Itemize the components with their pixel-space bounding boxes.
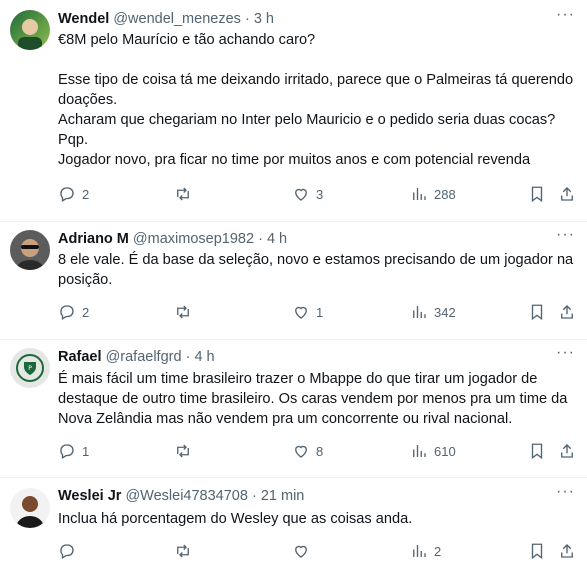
share-button[interactable] bbox=[558, 184, 576, 204]
share-icon bbox=[561, 305, 573, 319]
author-handle[interactable]: @maximosep1982 bbox=[133, 231, 254, 247]
reply-button[interactable] bbox=[58, 541, 82, 561]
tweet[interactable]: Weslei Jr @Weslei47834708 · 21 min ··· I… bbox=[0, 478, 587, 575]
tweet-header: Adriano M @maximosep1982 · 4 h bbox=[58, 230, 287, 248]
bookmark-icon bbox=[531, 304, 543, 321]
like-button[interactable]: 1 bbox=[292, 302, 323, 322]
tweet-header: Weslei Jr @Weslei47834708 · 21 min bbox=[58, 487, 304, 505]
tweet[interactable]: Wendel @wendel_menezes · 3 h ··· €8M pel… bbox=[0, 0, 587, 222]
views-button[interactable]: 2 bbox=[410, 541, 441, 561]
bookmark-icon bbox=[531, 543, 543, 560]
retweet-icon bbox=[177, 305, 189, 319]
author-handle[interactable]: @rafaelfgrd bbox=[106, 349, 182, 365]
author-handle[interactable]: @wendel_menezes bbox=[113, 11, 241, 27]
bookmark-button[interactable] bbox=[528, 302, 546, 322]
views-button[interactable]: 288 bbox=[410, 184, 456, 204]
tweet-header: Wendel @wendel_menezes · 3 h bbox=[58, 10, 274, 28]
share-button[interactable] bbox=[558, 541, 576, 561]
separator-dot: · bbox=[185, 349, 191, 365]
views-button[interactable]: 610 bbox=[410, 441, 456, 461]
like-icon bbox=[295, 545, 307, 558]
bookmark-icon bbox=[531, 186, 543, 203]
views-button[interactable]: 342 bbox=[410, 302, 456, 322]
timestamp[interactable]: 4 h bbox=[267, 231, 287, 247]
reply-icon bbox=[60, 544, 74, 559]
retweet-button[interactable] bbox=[174, 184, 198, 204]
reply-count: 1 bbox=[82, 443, 90, 459]
retweet-button[interactable] bbox=[174, 541, 198, 561]
retweet-button[interactable] bbox=[174, 441, 198, 461]
reply-button[interactable]: 1 bbox=[58, 441, 89, 461]
views-count: 2 bbox=[434, 543, 442, 559]
reply-icon bbox=[60, 444, 74, 459]
like-icon bbox=[295, 445, 307, 458]
like-count: 1 bbox=[316, 304, 324, 320]
like-button[interactable] bbox=[292, 541, 316, 561]
avatar[interactable] bbox=[10, 230, 50, 270]
like-icon bbox=[295, 188, 307, 201]
tweet-text: 8 ele vale. É da base da seleção, novo e… bbox=[58, 252, 574, 288]
like-button[interactable]: 8 bbox=[292, 441, 323, 461]
tweet[interactable]: Adriano M @maximosep1982 · 4 h ··· 8 ele… bbox=[0, 222, 587, 340]
action-bar: 2 1 342 bbox=[58, 302, 578, 322]
bookmark-button[interactable] bbox=[528, 441, 546, 461]
reply-count: 2 bbox=[82, 304, 90, 320]
like-icon bbox=[295, 306, 307, 319]
tweet-text: É mais fácil um time brasileiro trazer o… bbox=[58, 371, 568, 427]
action-bar: 1 8 610 bbox=[58, 441, 578, 461]
separator-dot: · bbox=[244, 11, 250, 27]
avatar[interactable] bbox=[10, 10, 50, 50]
retweet-button[interactable] bbox=[174, 302, 198, 322]
more-icon[interactable]: ··· bbox=[556, 6, 575, 24]
more-icon[interactable]: ··· bbox=[556, 483, 575, 501]
author-handle[interactable]: @Weslei47834708 bbox=[125, 488, 247, 504]
reply-button[interactable]: 2 bbox=[58, 184, 89, 204]
tweet-header: Rafael @rafaelfgrd · 4 h bbox=[58, 348, 215, 366]
views-count: 288 bbox=[434, 186, 456, 202]
bookmark-button[interactable] bbox=[528, 184, 546, 204]
bookmark-button[interactable] bbox=[528, 541, 546, 561]
more-icon[interactable]: ··· bbox=[556, 226, 575, 244]
tweet-text: Inclua há porcentagem do Wesley que as c… bbox=[58, 511, 413, 527]
separator-dot: · bbox=[251, 488, 257, 504]
avatar[interactable]: P bbox=[10, 348, 50, 388]
author-name[interactable]: Wendel bbox=[58, 11, 109, 27]
timestamp[interactable]: 4 h bbox=[194, 349, 214, 365]
retweet-icon bbox=[177, 444, 189, 458]
reply-count: 2 bbox=[82, 186, 90, 202]
tweet[interactable]: P Rafael @rafaelfgrd · 4 h ··· É mais fá… bbox=[0, 340, 587, 478]
views-icon bbox=[413, 188, 426, 200]
separator-dot: · bbox=[258, 231, 263, 247]
reply-icon bbox=[60, 187, 74, 202]
author-name[interactable]: Weslei Jr bbox=[58, 488, 121, 504]
reply-button[interactable]: 2 bbox=[58, 302, 89, 322]
like-count: 8 bbox=[316, 443, 324, 459]
action-bar: 2 3 288 bbox=[58, 184, 578, 204]
author-name[interactable]: Rafael bbox=[58, 349, 102, 365]
share-button[interactable] bbox=[558, 302, 576, 322]
svg-text:P: P bbox=[28, 365, 32, 372]
share-icon bbox=[561, 187, 573, 201]
reply-icon bbox=[60, 305, 74, 320]
author-name[interactable]: Adriano M bbox=[58, 231, 129, 247]
tweet-text: €8M pelo Maurício e tão achando caro? Es… bbox=[58, 32, 574, 168]
timestamp[interactable]: 21 min bbox=[261, 488, 305, 504]
share-icon bbox=[561, 444, 573, 458]
views-icon bbox=[413, 445, 426, 457]
more-icon[interactable]: ··· bbox=[556, 344, 575, 362]
avatar[interactable] bbox=[10, 488, 50, 528]
action-bar: 2 bbox=[58, 541, 578, 561]
views-count: 610 bbox=[434, 443, 456, 459]
share-icon bbox=[561, 544, 573, 558]
views-count: 342 bbox=[434, 304, 456, 320]
retweet-icon bbox=[177, 544, 189, 558]
views-icon bbox=[413, 306, 426, 318]
like-count: 3 bbox=[316, 186, 324, 202]
retweet-icon bbox=[177, 187, 189, 201]
bookmark-icon bbox=[531, 443, 543, 460]
share-button[interactable] bbox=[558, 441, 576, 461]
like-button[interactable]: 3 bbox=[292, 184, 323, 204]
views-icon bbox=[413, 545, 426, 557]
timestamp[interactable]: 3 h bbox=[254, 11, 274, 27]
